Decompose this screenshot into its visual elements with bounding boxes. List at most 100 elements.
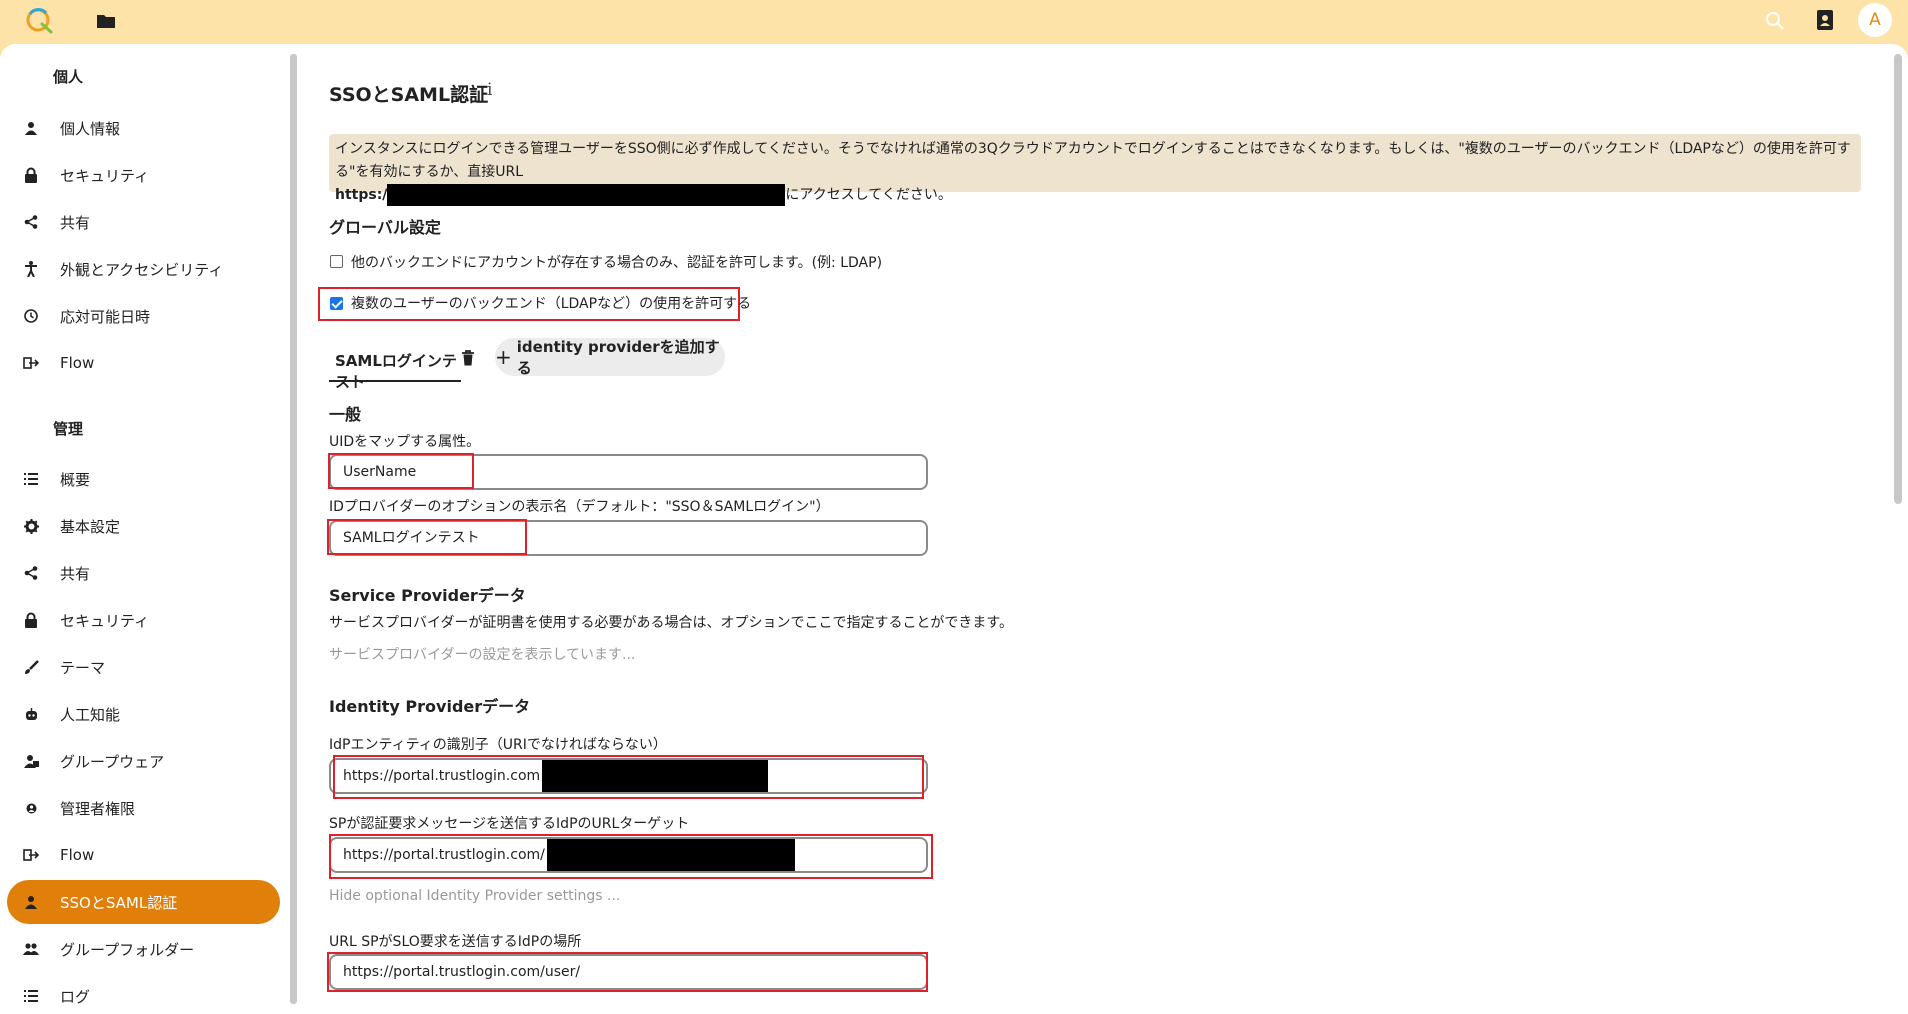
sidebar-item-label: 概要: [60, 470, 91, 489]
info-icon[interactable]: i: [487, 80, 492, 100]
sidebar-item-label: 応対可能日時: [60, 307, 151, 326]
sidebar-item-availability[interactable]: 応対可能日時: [7, 294, 280, 338]
highlight-box: [329, 834, 933, 879]
sidebar-item-label: 人工知能: [60, 705, 121, 724]
sidebar-item-ai[interactable]: 人工知能: [7, 692, 280, 736]
sidebar-item-label: テーマ: [60, 658, 106, 677]
sidebar-item-label: Flow: [60, 354, 95, 372]
add-identity-provider-button[interactable]: + identity providerを追加する: [495, 338, 725, 377]
sidebar-item-label: SSOとSAML認証: [60, 893, 178, 912]
clock-icon: [22, 307, 40, 325]
sso-url-label: SPが認証要求メッセージを送信するIdPのURLターゲット: [329, 816, 690, 832]
general-heading: 一般: [329, 405, 362, 424]
notice-line1: インスタンスにログインできる管理ユーザーをSSO側に必ず作成してください。そうで…: [335, 141, 1851, 180]
sidebar-item-label: 個人情報: [60, 119, 121, 138]
highlight-box: [327, 952, 928, 992]
uid-attribute-label: UIDをマップする属性。: [329, 434, 481, 450]
slo-url-label: URL SPがSLO要求を送信するIdPの場所: [329, 934, 582, 950]
main-card: 個人 個人情報 セキュリティ 共有 外観とアクセシビリティ 応対可能日時 Flo…: [0, 44, 1908, 1014]
notice-suffix: にアクセスしてください。: [785, 187, 952, 203]
sidebar-item-label: セキュリティ: [60, 166, 150, 185]
accessibility-icon: [22, 260, 40, 278]
flow-icon: [22, 846, 40, 864]
sidebar-item-label: ログ: [60, 987, 91, 1006]
sidebar-item-basic-settings[interactable]: 基本設定: [7, 504, 280, 548]
global-settings-heading: グローバル設定: [329, 218, 441, 237]
highlight-box: [328, 453, 474, 489]
sidebar-item-sharing[interactable]: 共有: [7, 200, 280, 244]
top-bar: A: [0, 0, 1908, 44]
search-icon[interactable]: [1764, 10, 1786, 32]
show-sp-settings-link[interactable]: サービスプロバイダーの設定を表示しています...: [329, 644, 635, 664]
avatar[interactable]: A: [1858, 3, 1892, 37]
tab-label: SAMLログインテスト: [335, 352, 457, 391]
lock-icon: [22, 611, 40, 629]
sidebar-item-logs[interactable]: ログ: [7, 974, 280, 1014]
sidebar-scrollbar[interactable]: [290, 54, 297, 1004]
warning-notice: インスタンスにログインできる管理ユーザーをSSO側に必ず作成してください。そうで…: [329, 134, 1861, 206]
group-icon: [22, 940, 40, 958]
contacts-icon[interactable]: [1814, 8, 1836, 32]
sp-description: サービスプロバイダーが証明書を使用する必要がある場合は、オプションでここで指定す…: [329, 615, 1014, 631]
add-identity-provider-label: identity providerを追加する: [516, 338, 720, 377]
sidebar-item-label: 共有: [60, 564, 91, 583]
folder-icon[interactable]: [95, 10, 117, 32]
sidebar-item-label: グループフォルダー: [60, 940, 195, 959]
multiple-backends-checkbox[interactable]: [330, 297, 343, 310]
sidebar-item-label: 管理者権限: [60, 799, 136, 818]
sidebar-item-admin-flow[interactable]: Flow: [7, 833, 280, 877]
trash-icon[interactable]: [461, 350, 475, 366]
gear-icon: [22, 517, 40, 535]
flow-icon: [22, 354, 40, 372]
sidebar-item-flow[interactable]: Flow: [7, 341, 280, 385]
only-existing-backend-label: 他のバックエンドにアカウントが存在する場合のみ、認証を許可します。(例: LDA…: [351, 255, 883, 271]
notice-url-prefix: https:/: [335, 187, 388, 203]
tab-saml-login-test[interactable]: SAMLログインテスト: [329, 344, 474, 391]
settings-sidebar: 個人 個人情報 セキュリティ 共有 外観とアクセシビリティ 応対可能日時 Flo…: [0, 44, 290, 1014]
sidebar-item-group-folders[interactable]: グループフォルダー: [7, 927, 280, 971]
personal-heading: 個人: [53, 68, 84, 86]
display-name-label: IDプロバイダーのオプションの表示名（デフォルト："SSO＆SAMLログイン"）: [329, 499, 830, 515]
person-icon: [22, 119, 40, 137]
multiple-backends-label: 複数のユーザーのバックエンド（LDAPなど）の使用を許可する: [351, 296, 752, 312]
robot-icon: [22, 705, 40, 723]
highlight-box: [327, 519, 527, 555]
sidebar-item-label: セキュリティ: [60, 611, 150, 630]
highlight-box: [333, 755, 924, 799]
share-icon: [22, 564, 40, 582]
share-icon: [22, 213, 40, 231]
groupware-icon: [22, 752, 40, 770]
sidebar-item-label: 共有: [60, 213, 91, 232]
sidebar-item-label: Flow: [60, 846, 95, 864]
sidebar-item-admin-sharing[interactable]: 共有: [7, 551, 280, 595]
sidebar-item-sso-saml[interactable]: SSOとSAML認証: [7, 880, 280, 924]
list-icon: [22, 470, 40, 488]
sidebar-item-theme[interactable]: テーマ: [7, 645, 280, 689]
redacted-url: [387, 184, 786, 206]
only-existing-backend-checkbox[interactable]: [330, 255, 343, 268]
brush-icon: [22, 658, 40, 676]
plus-icon: +: [495, 345, 512, 369]
sidebar-item-admin-security[interactable]: セキュリティ: [7, 598, 280, 642]
sp-data-heading: Service Providerデータ: [329, 586, 526, 605]
person-icon: [22, 893, 40, 911]
idp-entity-label: IdPエンティティの識別子（URIでなければならない）: [329, 737, 667, 753]
lock-icon: [22, 166, 40, 184]
idp-data-heading: Identity Providerデータ: [329, 697, 531, 716]
sidebar-item-security[interactable]: セキュリティ: [7, 153, 280, 197]
sidebar-item-accessibility[interactable]: 外観とアクセシビリティ: [7, 247, 280, 291]
sidebar-item-groupware[interactable]: グループウェア: [7, 739, 280, 783]
sidebar-item-admin-privileges[interactable]: 管理者権限: [7, 786, 280, 830]
admin-gear-icon: [22, 799, 40, 817]
sidebar-item-overview[interactable]: 概要: [7, 457, 280, 501]
notice-line2: https:/ にアクセスしてください。: [335, 184, 1861, 207]
main-scrollbar[interactable]: [1894, 54, 1902, 504]
admin-heading: 管理: [53, 420, 84, 438]
qcloud-logo-icon[interactable]: [24, 6, 54, 36]
sidebar-item-label: 外観とアクセシビリティ: [60, 260, 224, 279]
list-icon: [22, 987, 40, 1005]
hide-optional-idp-settings-link[interactable]: Hide optional Identity Provider settings…: [329, 888, 620, 904]
page-title: SSOとSAML認証: [329, 84, 489, 106]
sidebar-item-personal-info[interactable]: 個人情報: [7, 106, 280, 150]
sidebar-item-label: グループウェア: [60, 752, 165, 771]
